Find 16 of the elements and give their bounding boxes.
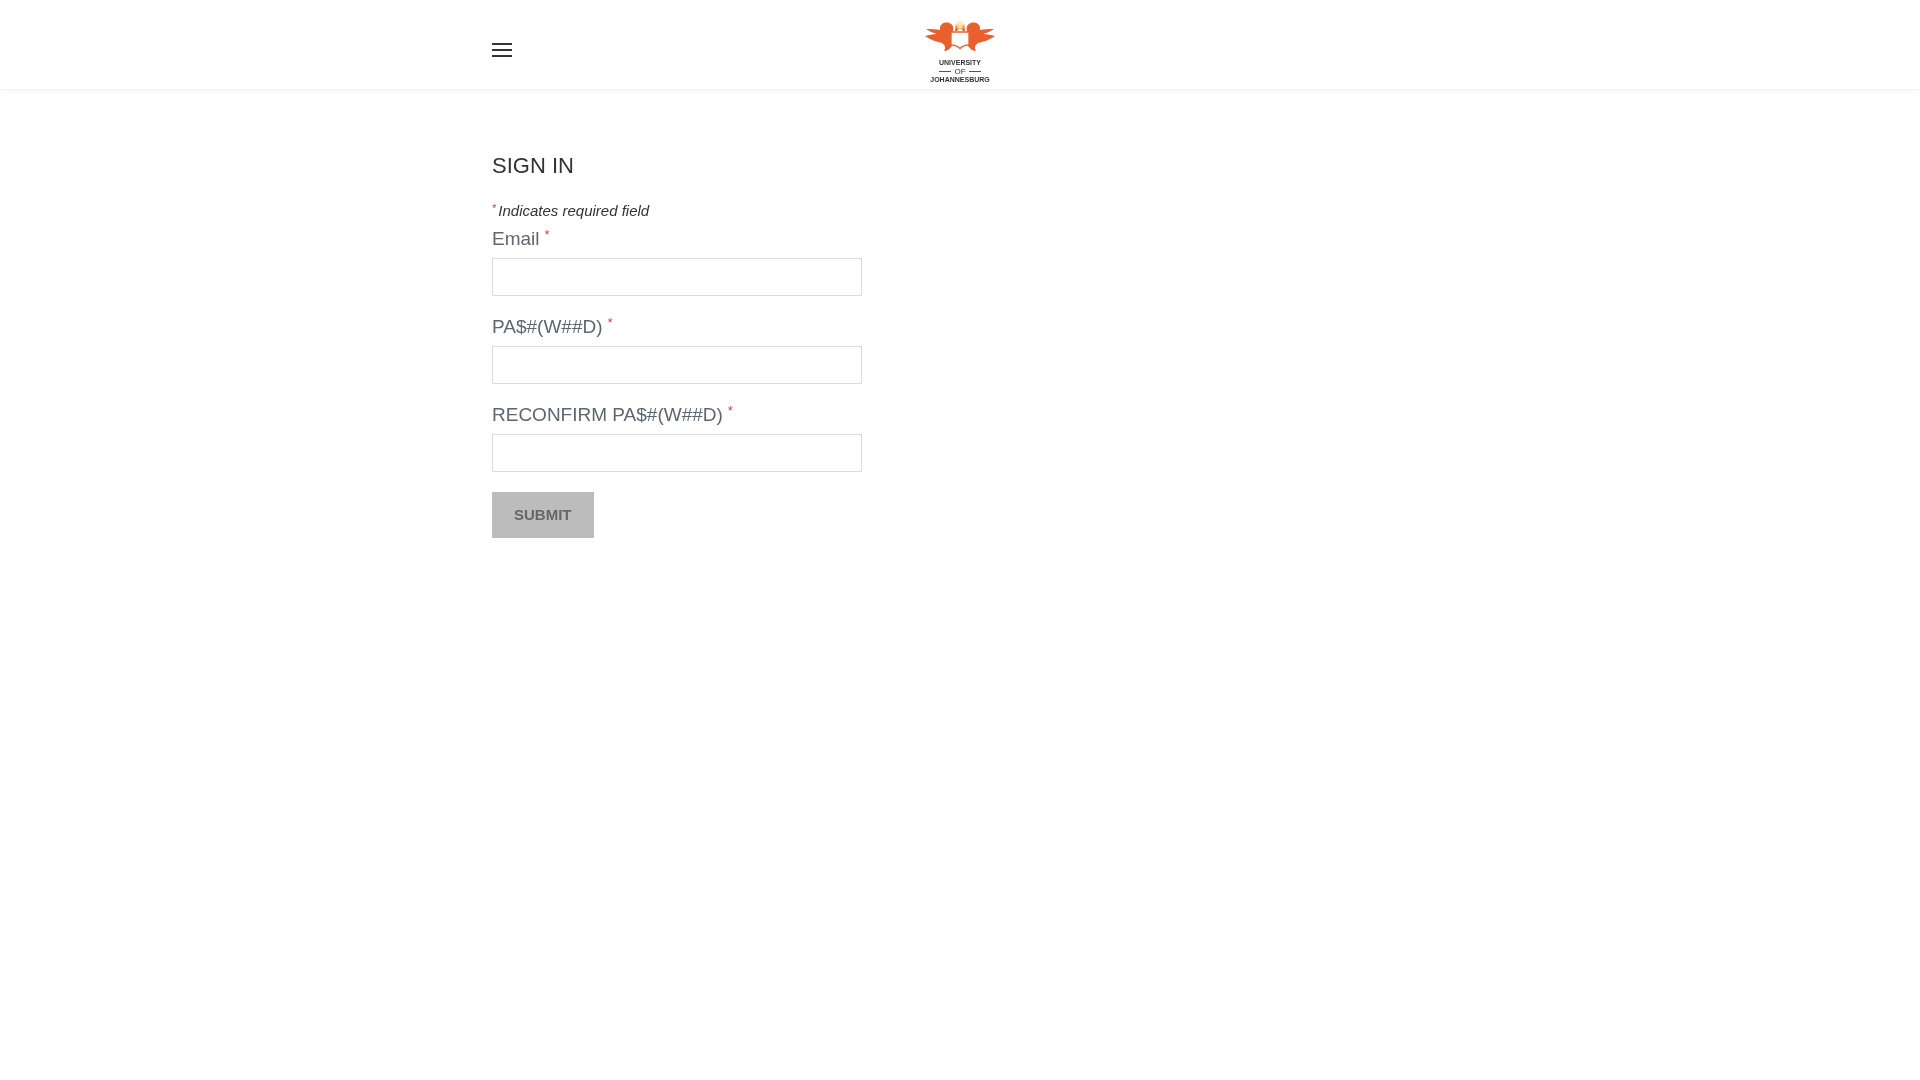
required-asterisk: * bbox=[607, 315, 613, 331]
required-asterisk: * bbox=[492, 201, 497, 215]
field-label: PA$#(W##D) bbox=[492, 315, 603, 339]
submit-button[interactable]: SUBMIT bbox=[492, 492, 594, 538]
menu-icon bbox=[492, 43, 512, 57]
input-field[interactable] bbox=[492, 258, 862, 296]
required-asterisk: * bbox=[727, 403, 733, 419]
required-note: Indicates required field bbox=[498, 201, 650, 221]
input-field[interactable] bbox=[492, 434, 862, 472]
required-asterisk: * bbox=[544, 227, 550, 243]
page-title: SIGN IN bbox=[492, 153, 574, 179]
logo-text: OF bbox=[954, 67, 966, 76]
field-label: RECONFIRM PA$#(W##D) bbox=[492, 403, 723, 427]
input-field[interactable] bbox=[492, 346, 862, 384]
menu-button[interactable] bbox=[492, 43, 512, 57]
field-label: Email bbox=[492, 227, 540, 251]
